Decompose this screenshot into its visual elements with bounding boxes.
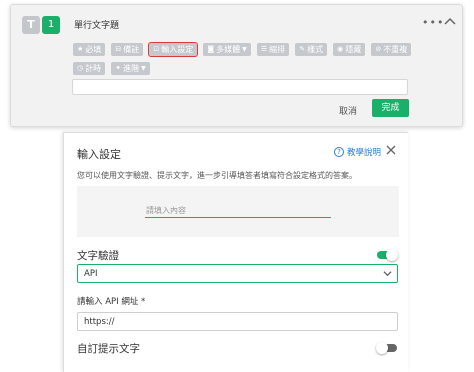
tag-indent[interactable]: ☰ 縮排	[256, 43, 290, 56]
validation-type-value: API	[84, 269, 98, 279]
input-preview-box: 請填入內容	[77, 186, 399, 237]
chevron-down-icon	[383, 271, 392, 277]
tag-no-duplicate[interactable]: ⊘ 不重複	[371, 43, 412, 56]
tag-style[interactable]: ✎ 樣式	[295, 43, 328, 56]
caret-down-icon: ▼	[242, 46, 247, 53]
help-link[interactable]: ? 教學說明	[334, 146, 381, 158]
answer-preview-input[interactable]	[72, 79, 408, 95]
tag-hidden[interactable]: ◉ 隱藏	[333, 43, 366, 56]
done-button[interactable]: 完成	[372, 99, 409, 117]
preview-underline	[145, 217, 331, 218]
custom-hint-toggle[interactable]	[376, 342, 397, 354]
validation-type-select[interactable]: API	[77, 264, 398, 283]
input-icon: ⊡	[153, 45, 160, 53]
text-validation-toggle[interactable]	[377, 249, 398, 261]
close-icon[interactable]	[385, 144, 397, 156]
panel-description: 您可以使用文字驗證、提示文字，進一步引導填答者填寫符合設定格式的答案。	[77, 171, 357, 180]
note-icon: ⊟	[115, 45, 122, 53]
api-url-input[interactable]: https://	[77, 312, 398, 331]
camera-icon: ◙	[207, 45, 215, 53]
clock-icon: ◷	[77, 64, 84, 72]
star-icon: ★	[77, 45, 84, 53]
toggle-knob	[386, 249, 398, 261]
caret-down-icon: ▼	[141, 65, 146, 72]
panel-title: 輸入設定	[77, 148, 121, 161]
tag-timer[interactable]: ◷ 計時	[73, 62, 106, 75]
question-title[interactable]: 單行文字題	[74, 18, 119, 31]
tag-note[interactable]: ⊟ 備註	[111, 43, 144, 56]
tag-required[interactable]: ★ 必填	[73, 43, 106, 56]
eye-icon: ◉	[337, 45, 344, 53]
question-number-badge: 1	[42, 16, 60, 34]
indent-icon: ☰	[260, 45, 268, 53]
gear-icon: ✦	[115, 64, 122, 72]
cancel-button[interactable]: 取消	[339, 104, 357, 117]
api-url-value: https://	[84, 317, 115, 327]
tag-input-settings[interactable]: ⊡ 輸入設定	[148, 42, 199, 57]
question-circle-icon: ?	[334, 147, 344, 157]
api-url-label: 請輸入 API 網址 *	[77, 297, 146, 307]
question-type-badge: T	[22, 16, 40, 34]
tag-multimedia[interactable]: ◙ 多媒體 ▼	[203, 43, 251, 56]
toggle-knob	[376, 342, 388, 354]
question-options-toolbar: ★ 必填 ⊟ 備註 ⊡ 輸入設定 ◙ 多媒體 ▼ ☰ 縮排 ✎ 樣式 ◉ 隱藏 ⊘ 不重複 ◷ 計時…	[73, 42, 413, 81]
custom-hint-label: 自訂提示文字	[77, 343, 140, 355]
pencil-icon: ✎	[299, 45, 306, 53]
ban-icon: ⊘	[375, 45, 382, 53]
text-validation-label: 文字驗證	[77, 250, 119, 262]
question-card: T 1 單行文字題 ••• ★ 必填 ⊟ 備註 ⊡ 輸入設定 ◙ 多媒體 ▼ ☰ 縮排 ✎ 樣…	[10, 4, 463, 127]
preview-placeholder[interactable]: 請填入內容	[146, 205, 186, 216]
chevron-up-icon[interactable]	[442, 14, 458, 30]
input-settings-panel: 輸入設定 ? 教學說明 您可以使用文字驗證、提示文字，進一步引導填答者填寫符合設…	[63, 132, 408, 372]
tag-advanced[interactable]: ✦ 進階 ▼	[111, 62, 150, 75]
